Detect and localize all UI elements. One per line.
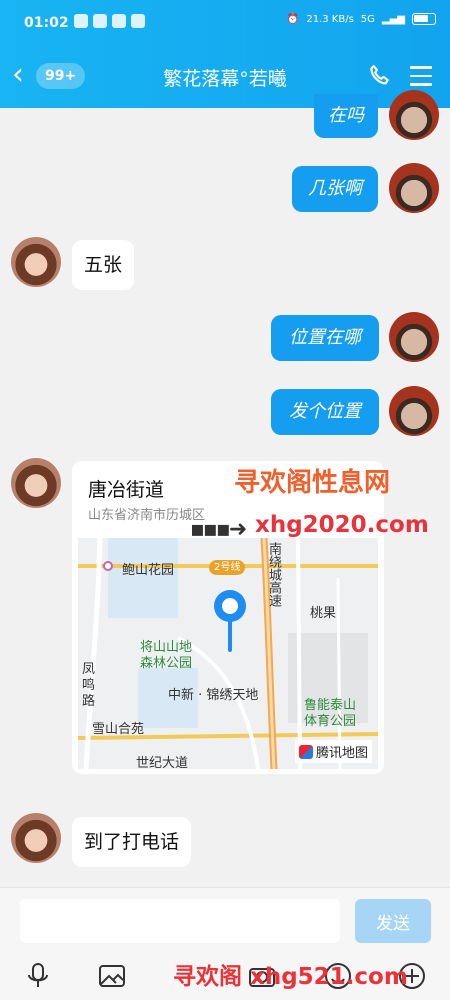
contact-avatar[interactable] bbox=[11, 458, 61, 508]
message-bubble-outgoing[interactable]: 几张啊 bbox=[292, 166, 378, 212]
notification-icon bbox=[112, 14, 126, 28]
contact-avatar[interactable] bbox=[11, 237, 61, 287]
location-card[interactable]: 唐冶街道 山东省济南市历城区 鲍山花园 2号线 南绕城高速 桃果 将山山地 森林… bbox=[72, 461, 384, 774]
watermark-text: 寻欢阁性息网 bbox=[234, 468, 391, 498]
message-bubble-outgoing[interactable]: 位置在哪 bbox=[271, 315, 379, 361]
image-icon[interactable] bbox=[96, 960, 128, 992]
message-bubble-incoming[interactable]: 五张 bbox=[72, 240, 135, 290]
status-time: 01:02 bbox=[24, 15, 69, 31]
map-label: 中新 · 锦绣天地 bbox=[168, 688, 259, 703]
battery-icon bbox=[412, 13, 436, 25]
my-avatar[interactable] bbox=[389, 163, 439, 213]
send-button[interactable]: 发送 bbox=[355, 899, 431, 943]
map-provider: 腾讯地图 bbox=[294, 740, 372, 763]
map-label: 体育公园 bbox=[304, 714, 357, 729]
location-map[interactable]: 鲍山花园 2号线 南绕城高速 桃果 将山山地 森林公园 凤 鸣 路 中新 · 锦… bbox=[78, 538, 378, 769]
my-avatar[interactable] bbox=[389, 312, 439, 362]
notification-icon bbox=[74, 14, 88, 28]
map-label: 2号线 bbox=[209, 560, 246, 575]
notification-icon bbox=[93, 14, 107, 28]
alarm-icon: ⏰ bbox=[286, 13, 300, 25]
map-label: 森林公园 bbox=[140, 656, 193, 671]
watermark-url: xhg2020.com bbox=[255, 512, 429, 538]
map-label: 路 bbox=[82, 694, 96, 709]
map-label: 桃果 bbox=[310, 606, 337, 621]
chat-header: ‹ 99+ 繁花落幕°若曦 bbox=[0, 46, 450, 108]
status-bar: 01:02 ⏰ 21.3 KB/s 5G ▂▄▆ bbox=[0, 0, 450, 46]
microphone-icon[interactable] bbox=[22, 960, 54, 992]
message-input[interactable] bbox=[20, 899, 340, 943]
my-avatar[interactable] bbox=[389, 386, 439, 436]
location-title: 唐冶街道 bbox=[88, 479, 165, 501]
status-right: ⏰ 21.3 KB/s 5G ▂▄▆ bbox=[287, 13, 436, 25]
message-bubble-outgoing[interactable]: 在吗 bbox=[314, 94, 378, 138]
signal-icon: ▂▄▆ bbox=[381, 13, 405, 25]
notification-icon bbox=[131, 14, 145, 28]
map-label: 南绕城高速 bbox=[266, 542, 281, 607]
contact-avatar[interactable] bbox=[11, 813, 61, 863]
message-bubble-outgoing[interactable]: 发个位置 bbox=[271, 389, 379, 435]
phone-icon[interactable] bbox=[366, 62, 394, 90]
arrow-icon: ▪▪▪➜ bbox=[190, 517, 247, 542]
map-label: 世纪大道 bbox=[136, 756, 189, 769]
watermark-bottom: 寻欢阁 xhg521.com bbox=[173, 964, 408, 990]
notification-icons bbox=[74, 14, 145, 28]
compass-icon bbox=[298, 744, 313, 759]
location-address: 山东省济南市历城区 bbox=[88, 508, 206, 523]
map-provider-name: 腾讯地图 bbox=[315, 746, 368, 761]
message-bubble-incoming[interactable]: 到了打电话 bbox=[72, 817, 192, 867]
menu-icon[interactable] bbox=[410, 66, 432, 92]
map-label: 雪山合苑 bbox=[92, 722, 145, 737]
my-avatar[interactable] bbox=[389, 90, 439, 140]
network-type: 5G bbox=[360, 13, 375, 25]
map-label: 鲍山花园 bbox=[122, 563, 175, 578]
network-speed: 21.3 KB/s bbox=[306, 13, 354, 25]
